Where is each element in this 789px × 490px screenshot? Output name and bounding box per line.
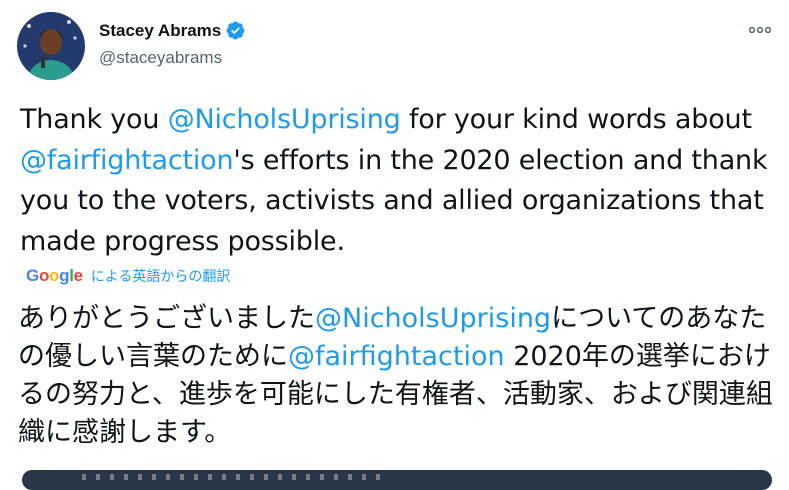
media-preview xyxy=(82,474,382,480)
mention-link[interactable]: @fairfightaction xyxy=(288,341,505,372)
translation-label[interactable]: による英語からの翻訳 xyxy=(91,266,231,286)
display-name[interactable]: Stacey Abrams xyxy=(99,21,221,41)
verified-badge-icon xyxy=(226,21,245,40)
mention-link[interactable]: @fairfightaction xyxy=(20,145,234,176)
mention-link[interactable]: @NicholsUprising xyxy=(315,303,551,334)
translated-text: ありがとうございました@NicholsUprisingについてのあなたの優しい言… xyxy=(18,300,783,452)
author-name-row[interactable]: Stacey Abrams xyxy=(99,20,246,41)
more-options-icon[interactable] xyxy=(747,20,773,40)
tweet-text-segment: Thank you xyxy=(20,104,168,135)
profile-photo xyxy=(17,12,85,80)
author-handle[interactable]: @staceyabrams xyxy=(99,48,222,68)
translation-attribution[interactable]: Google による英語からの翻訳 xyxy=(26,266,230,286)
tweet-text-segment: for your kind words about xyxy=(400,104,752,135)
mention-link[interactable]: @NicholsUprising xyxy=(168,104,401,135)
tweet-text: Thank you @NicholsUprising for your kind… xyxy=(20,100,780,262)
attached-media[interactable] xyxy=(22,470,772,490)
google-logo: Google xyxy=(26,266,83,285)
translated-text-segment: ありがとうございました xyxy=(18,303,315,334)
avatar[interactable] xyxy=(17,12,85,80)
